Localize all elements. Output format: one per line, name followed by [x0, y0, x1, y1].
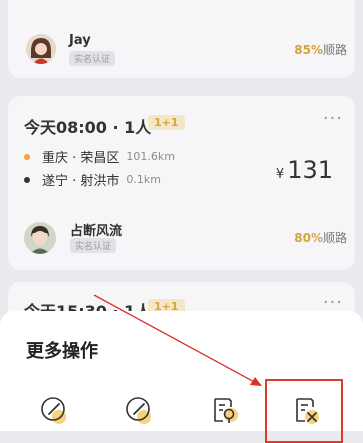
driver-name: Jay: [69, 33, 91, 48]
circle-edit-icon: [126, 397, 151, 424]
avatar[interactable]: [24, 222, 56, 254]
highlight-box: [265, 379, 343, 443]
verified-badge: 实名认证: [70, 238, 117, 253]
origin-place: 重庆 · 荣昌区: [42, 151, 120, 166]
verified-badge: 实名认证: [69, 51, 116, 66]
price-currency: ¥: [275, 167, 285, 182]
seat-tag: 1+1: [148, 115, 185, 130]
match-rate-label: 顺路: [322, 231, 347, 245]
sheet-title: 更多操作: [26, 341, 98, 362]
action-button-2[interactable]: [120, 391, 160, 431]
driver-name: 占断风流: [70, 224, 123, 239]
action-button-3[interactable]: [205, 391, 245, 431]
match-rate-percent: 80%: [294, 231, 323, 245]
document-search-icon: [214, 398, 238, 423]
origin-distance: 101.6km: [126, 150, 175, 163]
trip-time: 今天08:00 · 1人: [24, 118, 152, 137]
destination-place: 遂宁 · 射洪市: [42, 174, 120, 189]
price: ¥131: [276, 156, 333, 184]
match-rate-percent: 85%: [294, 43, 323, 57]
driver-avatar-icon: [24, 222, 56, 254]
origin-dot-icon: [24, 153, 30, 160]
driver-avatar-icon: [26, 34, 56, 64]
more-options-button[interactable]: ···: [323, 292, 343, 313]
circle-edit-icon: [41, 397, 66, 424]
match-rate: 80%顺路: [294, 229, 347, 246]
match-rate-label: 顺路: [322, 43, 347, 57]
destination-stop: 遂宁 · 射洪市 0.1km: [24, 170, 161, 189]
match-rate: 85%顺路: [294, 41, 347, 58]
origin-stop: 重庆 · 荣昌区 101.6km: [24, 147, 175, 166]
action-button-1[interactable]: [35, 391, 75, 431]
trip-card[interactable]: Jay 实名认证 85%顺路: [8, 0, 355, 78]
destination-dot-icon: [24, 176, 30, 183]
more-options-button[interactable]: ···: [323, 108, 343, 129]
destination-distance: 0.1km: [126, 173, 161, 186]
avatar[interactable]: [26, 34, 56, 64]
trip-card[interactable]: 今天08:00 · 1人 1+1 ··· 重庆 · 荣昌区 101.6km 遂宁…: [8, 96, 355, 270]
price-amount: 131: [287, 156, 333, 184]
